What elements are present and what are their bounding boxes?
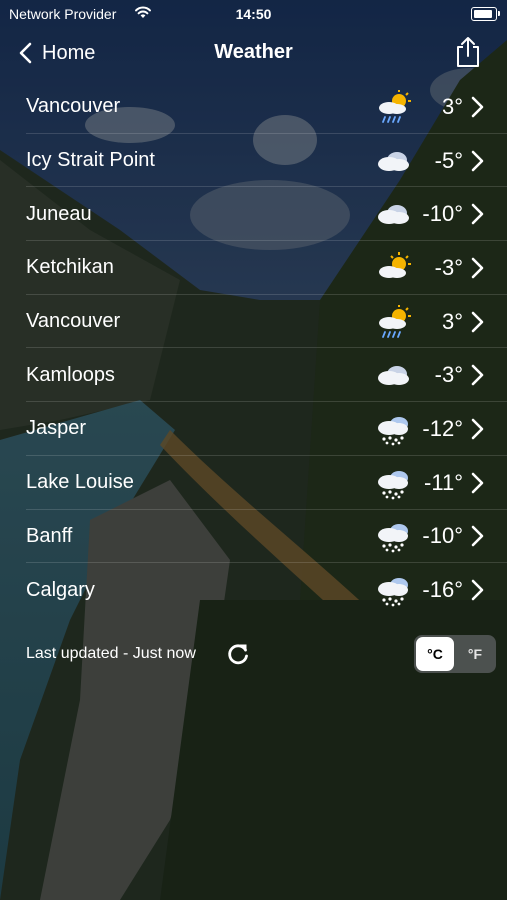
page-title: Weather — [214, 41, 293, 63]
share-icon[interactable] — [453, 36, 483, 68]
city-row[interactable]: Kamloops -3° — [0, 348, 507, 402]
weather-snow-icon — [375, 412, 413, 446]
city-name: Jasper — [26, 417, 87, 440]
temperature: -11° — [424, 469, 463, 495]
temperature: -3° — [434, 254, 463, 280]
chevron-right-icon — [471, 418, 484, 440]
city-row[interactable]: Banff -10° — [0, 510, 507, 564]
navigation-bar: Home Weather — [0, 30, 507, 76]
chevron-right-icon — [471, 472, 484, 493]
chevron-right-icon — [471, 150, 484, 171]
temperature: -16° — [422, 577, 463, 603]
chevron-right-icon — [471, 96, 484, 118]
weather-cloudy-icon — [375, 197, 413, 231]
city-list: Vancouver 3° Icy Strait Point -5° Juneau -10°… — [0, 80, 507, 617]
temperature: 3° — [441, 308, 463, 334]
weather-snow-icon — [375, 519, 413, 553]
city-row[interactable]: Juneau -10° — [0, 187, 507, 241]
chevron-right-icon — [471, 526, 484, 547]
weather-partly-sunny-icon — [375, 251, 413, 285]
chevron-right-icon — [471, 364, 484, 386]
city-row[interactable]: Lake Louise -11° — [0, 456, 507, 510]
weather-snow-icon — [375, 466, 413, 500]
chevron-right-icon — [471, 579, 484, 601]
fahrenheit-segment[interactable]: °F — [456, 637, 494, 671]
city-name: Juneau — [26, 202, 92, 225]
clock: 14:50 — [235, 6, 272, 22]
city-name: Vancouver — [26, 95, 121, 118]
weather-partly-sunny-rain-icon — [375, 304, 413, 339]
temperature: 3° — [441, 93, 463, 119]
temperature: -5° — [434, 147, 463, 173]
weather-partly-sunny-rain-icon — [375, 89, 413, 124]
city-row[interactable]: Calgary -16° — [0, 563, 507, 617]
chevron-right-icon — [471, 257, 484, 279]
battery-icon — [471, 7, 500, 21]
city-name: Lake Louise — [26, 471, 134, 494]
weather-snow-icon — [375, 573, 413, 607]
city-row[interactable]: Jasper -12° — [0, 402, 507, 456]
city-row[interactable]: Icy Strait Point -5° — [0, 134, 507, 188]
chevron-right-icon — [471, 203, 484, 225]
city-name: Icy Strait Point — [26, 149, 155, 172]
city-name: Ketchikan — [26, 256, 114, 279]
status-bar: Network Provider 14:50 — [0, 0, 507, 30]
unit-toggle: °C °F — [414, 635, 496, 673]
last-updated-label: Last updated - Just now — [26, 645, 196, 662]
refresh-icon[interactable] — [225, 641, 251, 667]
city-row[interactable]: Vancouver 3° — [0, 80, 507, 134]
weather-cloudy-icon — [375, 144, 413, 178]
temperature: -12° — [422, 415, 463, 441]
city-name: Calgary — [26, 578, 95, 601]
city-row[interactable]: Ketchikan -3° — [0, 241, 507, 295]
city-row[interactable]: Vancouver 3° — [0, 295, 507, 349]
city-name: Banff — [26, 524, 73, 547]
temperature: -3° — [434, 362, 463, 388]
city-name: Kamloops — [26, 363, 115, 386]
temperature: -10° — [422, 523, 463, 549]
weather-cloudy-icon — [375, 358, 413, 392]
city-name: Vancouver — [26, 310, 121, 333]
chevron-right-icon — [471, 311, 484, 332]
celsius-segment[interactable]: °C — [416, 637, 454, 671]
temperature: -10° — [422, 201, 463, 227]
